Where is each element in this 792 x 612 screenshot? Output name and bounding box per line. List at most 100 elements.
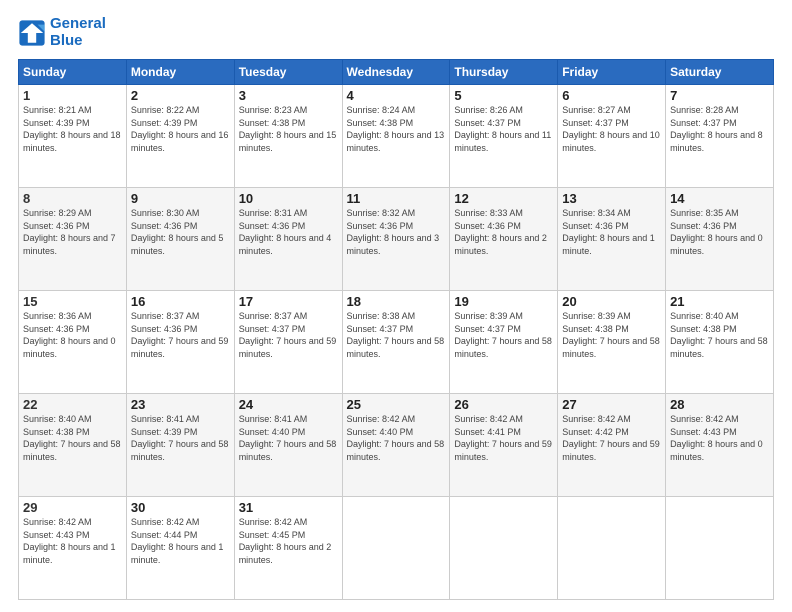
calendar-cell: 13 Sunrise: 8:34 AMSunset: 4:36 PMDaylig… [558, 188, 666, 291]
cell-day-number: 18 [347, 294, 446, 309]
cell-info: Sunrise: 8:41 AMSunset: 4:40 PMDaylight:… [239, 414, 337, 462]
calendar-header: SundayMondayTuesdayWednesdayThursdayFrid… [19, 60, 774, 85]
cell-info: Sunrise: 8:34 AMSunset: 4:36 PMDaylight:… [562, 208, 655, 256]
calendar-cell: 10 Sunrise: 8:31 AMSunset: 4:36 PMDaylig… [234, 188, 342, 291]
cell-info: Sunrise: 8:33 AMSunset: 4:36 PMDaylight:… [454, 208, 547, 256]
calendar-cell: 18 Sunrise: 8:38 AMSunset: 4:37 PMDaylig… [342, 291, 450, 394]
cell-day-number: 21 [670, 294, 769, 309]
calendar-cell: 30 Sunrise: 8:42 AMSunset: 4:44 PMDaylig… [126, 497, 234, 600]
cell-info: Sunrise: 8:42 AMSunset: 4:40 PMDaylight:… [347, 414, 445, 462]
calendar-cell: 4 Sunrise: 8:24 AMSunset: 4:38 PMDayligh… [342, 85, 450, 188]
cell-day-number: 31 [239, 500, 338, 515]
cell-day-number: 7 [670, 88, 769, 103]
calendar-cell: 23 Sunrise: 8:41 AMSunset: 4:39 PMDaylig… [126, 394, 234, 497]
calendar-cell [666, 497, 774, 600]
cell-info: Sunrise: 8:30 AMSunset: 4:36 PMDaylight:… [131, 208, 224, 256]
calendar-cell: 1 Sunrise: 8:21 AMSunset: 4:39 PMDayligh… [19, 85, 127, 188]
calendar-cell: 16 Sunrise: 8:37 AMSunset: 4:36 PMDaylig… [126, 291, 234, 394]
cell-info: Sunrise: 8:40 AMSunset: 4:38 PMDaylight:… [23, 414, 121, 462]
cell-info: Sunrise: 8:23 AMSunset: 4:38 PMDaylight:… [239, 105, 337, 153]
calendar-cell: 14 Sunrise: 8:35 AMSunset: 4:36 PMDaylig… [666, 188, 774, 291]
cell-day-number: 5 [454, 88, 553, 103]
calendar-cell: 7 Sunrise: 8:28 AMSunset: 4:37 PMDayligh… [666, 85, 774, 188]
calendar-week-row: 1 Sunrise: 8:21 AMSunset: 4:39 PMDayligh… [19, 85, 774, 188]
cell-day-number: 3 [239, 88, 338, 103]
logo-icon [18, 19, 46, 47]
cell-info: Sunrise: 8:36 AMSunset: 4:36 PMDaylight:… [23, 311, 116, 359]
cell-info: Sunrise: 8:26 AMSunset: 4:37 PMDaylight:… [454, 105, 551, 153]
calendar-cell: 28 Sunrise: 8:42 AMSunset: 4:43 PMDaylig… [666, 394, 774, 497]
calendar-cell: 17 Sunrise: 8:37 AMSunset: 4:37 PMDaylig… [234, 291, 342, 394]
cell-day-number: 27 [562, 397, 661, 412]
cell-info: Sunrise: 8:42 AMSunset: 4:45 PMDaylight:… [239, 517, 332, 565]
cell-info: Sunrise: 8:40 AMSunset: 4:38 PMDaylight:… [670, 311, 768, 359]
cell-info: Sunrise: 8:27 AMSunset: 4:37 PMDaylight:… [562, 105, 660, 153]
calendar-week-row: 15 Sunrise: 8:36 AMSunset: 4:36 PMDaylig… [19, 291, 774, 394]
cell-info: Sunrise: 8:39 AMSunset: 4:37 PMDaylight:… [454, 311, 552, 359]
cell-day-number: 11 [347, 191, 446, 206]
calendar-cell: 8 Sunrise: 8:29 AMSunset: 4:36 PMDayligh… [19, 188, 127, 291]
cell-info: Sunrise: 8:37 AMSunset: 4:36 PMDaylight:… [131, 311, 229, 359]
calendar-cell: 2 Sunrise: 8:22 AMSunset: 4:39 PMDayligh… [126, 85, 234, 188]
cell-info: Sunrise: 8:28 AMSunset: 4:37 PMDaylight:… [670, 105, 763, 153]
cell-day-number: 28 [670, 397, 769, 412]
calendar-cell: 27 Sunrise: 8:42 AMSunset: 4:42 PMDaylig… [558, 394, 666, 497]
calendar-cell: 6 Sunrise: 8:27 AMSunset: 4:37 PMDayligh… [558, 85, 666, 188]
calendar-cell: 3 Sunrise: 8:23 AMSunset: 4:38 PMDayligh… [234, 85, 342, 188]
cell-day-number: 16 [131, 294, 230, 309]
cell-info: Sunrise: 8:42 AMSunset: 4:43 PMDaylight:… [670, 414, 763, 462]
page-header: General Blue [18, 16, 774, 49]
calendar-cell: 31 Sunrise: 8:42 AMSunset: 4:45 PMDaylig… [234, 497, 342, 600]
cell-day-number: 2 [131, 88, 230, 103]
logo-text: General Blue [50, 16, 106, 49]
cell-day-number: 15 [23, 294, 122, 309]
cell-day-number: 13 [562, 191, 661, 206]
cell-info: Sunrise: 8:29 AMSunset: 4:36 PMDaylight:… [23, 208, 116, 256]
calendar-body: 1 Sunrise: 8:21 AMSunset: 4:39 PMDayligh… [19, 85, 774, 600]
calendar-cell [450, 497, 558, 600]
cell-info: Sunrise: 8:39 AMSunset: 4:38 PMDaylight:… [562, 311, 660, 359]
calendar-cell: 12 Sunrise: 8:33 AMSunset: 4:36 PMDaylig… [450, 188, 558, 291]
calendar-cell: 5 Sunrise: 8:26 AMSunset: 4:37 PMDayligh… [450, 85, 558, 188]
cell-info: Sunrise: 8:22 AMSunset: 4:39 PMDaylight:… [131, 105, 229, 153]
cell-info: Sunrise: 8:42 AMSunset: 4:42 PMDaylight:… [562, 414, 660, 462]
cell-info: Sunrise: 8:35 AMSunset: 4:36 PMDaylight:… [670, 208, 763, 256]
cell-info: Sunrise: 8:42 AMSunset: 4:41 PMDaylight:… [454, 414, 552, 462]
calendar-cell: 25 Sunrise: 8:42 AMSunset: 4:40 PMDaylig… [342, 394, 450, 497]
calendar-cell: 19 Sunrise: 8:39 AMSunset: 4:37 PMDaylig… [450, 291, 558, 394]
calendar-cell: 9 Sunrise: 8:30 AMSunset: 4:36 PMDayligh… [126, 188, 234, 291]
calendar-cell: 22 Sunrise: 8:40 AMSunset: 4:38 PMDaylig… [19, 394, 127, 497]
cell-info: Sunrise: 8:31 AMSunset: 4:36 PMDaylight:… [239, 208, 332, 256]
cell-day-number: 26 [454, 397, 553, 412]
cell-info: Sunrise: 8:42 AMSunset: 4:43 PMDaylight:… [23, 517, 116, 565]
cell-info: Sunrise: 8:41 AMSunset: 4:39 PMDaylight:… [131, 414, 229, 462]
calendar-cell: 11 Sunrise: 8:32 AMSunset: 4:36 PMDaylig… [342, 188, 450, 291]
cell-info: Sunrise: 8:24 AMSunset: 4:38 PMDaylight:… [347, 105, 445, 153]
cell-day-number: 9 [131, 191, 230, 206]
cell-day-number: 10 [239, 191, 338, 206]
calendar-week-row: 29 Sunrise: 8:42 AMSunset: 4:43 PMDaylig… [19, 497, 774, 600]
cell-day-number: 23 [131, 397, 230, 412]
calendar-cell: 20 Sunrise: 8:39 AMSunset: 4:38 PMDaylig… [558, 291, 666, 394]
calendar-table: SundayMondayTuesdayWednesdayThursdayFrid… [18, 59, 774, 600]
calendar-cell: 15 Sunrise: 8:36 AMSunset: 4:36 PMDaylig… [19, 291, 127, 394]
cell-info: Sunrise: 8:21 AMSunset: 4:39 PMDaylight:… [23, 105, 121, 153]
cell-info: Sunrise: 8:37 AMSunset: 4:37 PMDaylight:… [239, 311, 337, 359]
calendar-cell: 21 Sunrise: 8:40 AMSunset: 4:38 PMDaylig… [666, 291, 774, 394]
cell-day-number: 6 [562, 88, 661, 103]
calendar-week-row: 8 Sunrise: 8:29 AMSunset: 4:36 PMDayligh… [19, 188, 774, 291]
cell-day-number: 4 [347, 88, 446, 103]
calendar-cell: 24 Sunrise: 8:41 AMSunset: 4:40 PMDaylig… [234, 394, 342, 497]
cell-day-number: 20 [562, 294, 661, 309]
calendar-cell: 26 Sunrise: 8:42 AMSunset: 4:41 PMDaylig… [450, 394, 558, 497]
cell-day-number: 14 [670, 191, 769, 206]
cell-day-number: 30 [131, 500, 230, 515]
calendar-cell: 29 Sunrise: 8:42 AMSunset: 4:43 PMDaylig… [19, 497, 127, 600]
cell-day-number: 29 [23, 500, 122, 515]
calendar-cell [342, 497, 450, 600]
cell-info: Sunrise: 8:42 AMSunset: 4:44 PMDaylight:… [131, 517, 224, 565]
weekday-header: Sunday [19, 60, 127, 85]
logo: General Blue [18, 16, 106, 49]
calendar-cell [558, 497, 666, 600]
cell-day-number: 24 [239, 397, 338, 412]
